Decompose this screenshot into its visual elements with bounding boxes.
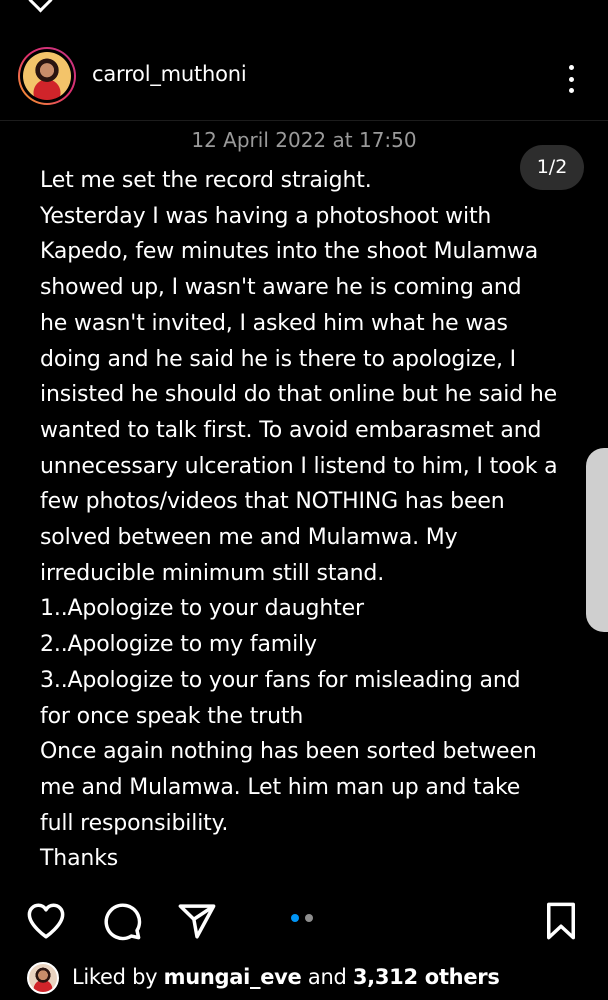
likes-others-count[interactable]: 3,312 others — [353, 965, 500, 989]
post-text-line: irreducible minimum still stand. — [40, 560, 385, 586]
post-text-line: Kapedo, few minutes into the shoot Mulam… — [40, 239, 539, 265]
post-text-line: Once again nothing has been sorted betwe… — [40, 739, 537, 765]
liker-avatar[interactable] — [27, 962, 59, 994]
post-text-line: few photos/videos that NOTHING has been — [40, 489, 505, 515]
post-text-line: Let me set the record straight. — [40, 168, 372, 193]
avatar-photo — [23, 52, 71, 100]
liker-username[interactable]: mungai_eve — [164, 965, 302, 989]
post-text-line: insisted he should do that online but he… — [40, 382, 558, 408]
post-text-line: me and Mulamwa. Let him man up and take — [40, 774, 521, 800]
heart-icon[interactable] — [25, 900, 67, 942]
post-header: carrol_muthoni — [0, 40, 608, 121]
bookmark-icon[interactable] — [540, 900, 582, 942]
likes-row: Liked by mungai_eve and 3,312 others — [0, 958, 608, 1000]
post-text-line: full responsibility. — [40, 810, 229, 836]
post-text-line: solved between me and Mulamwa. My — [40, 525, 458, 551]
comment-icon[interactable] — [101, 900, 143, 942]
carousel-indicator — [291, 914, 313, 922]
post-text-line: unnecessary ulceration I listend to him,… — [40, 453, 558, 479]
post-text-line: doing and he said he is there to apologi… — [40, 346, 516, 372]
scroll-handle[interactable] — [586, 448, 608, 632]
username[interactable]: carrol_muthoni — [92, 62, 247, 86]
post-text-line: 1..Apologize to your daughter — [40, 596, 364, 622]
post-text: Let me set the record straight. Yesterda… — [40, 163, 580, 877]
back-icon[interactable] — [28, 0, 53, 13]
post-text-line: Thanks — [40, 846, 119, 872]
post-text-line: 3..Apologize to your fans for misleading… — [40, 667, 521, 693]
share-icon[interactable] — [176, 900, 218, 942]
post-text-line: Yesterday I was having a photoshoot with — [40, 203, 492, 229]
post-text-line: he wasn't invited, I asked him what he w… — [40, 310, 508, 336]
action-bar — [0, 892, 608, 948]
post-date: 12 April 2022 at 17:50 — [191, 128, 417, 152]
post-text-line: wanted to talk first. To avoid embarasme… — [40, 417, 542, 443]
carousel-dot — [305, 914, 313, 922]
post-text-line: for once speak the truth — [40, 703, 304, 729]
more-options-icon[interactable] — [562, 65, 580, 93]
carousel-dot-active — [291, 914, 299, 922]
avatar[interactable] — [18, 47, 76, 105]
post-text-line: 2..Apologize to my family — [40, 632, 317, 658]
likes-text[interactable]: Liked by mungai_eve and 3,312 others — [72, 965, 500, 989]
post-text-line: showed up, I wasn't aware he is coming a… — [40, 275, 522, 301]
